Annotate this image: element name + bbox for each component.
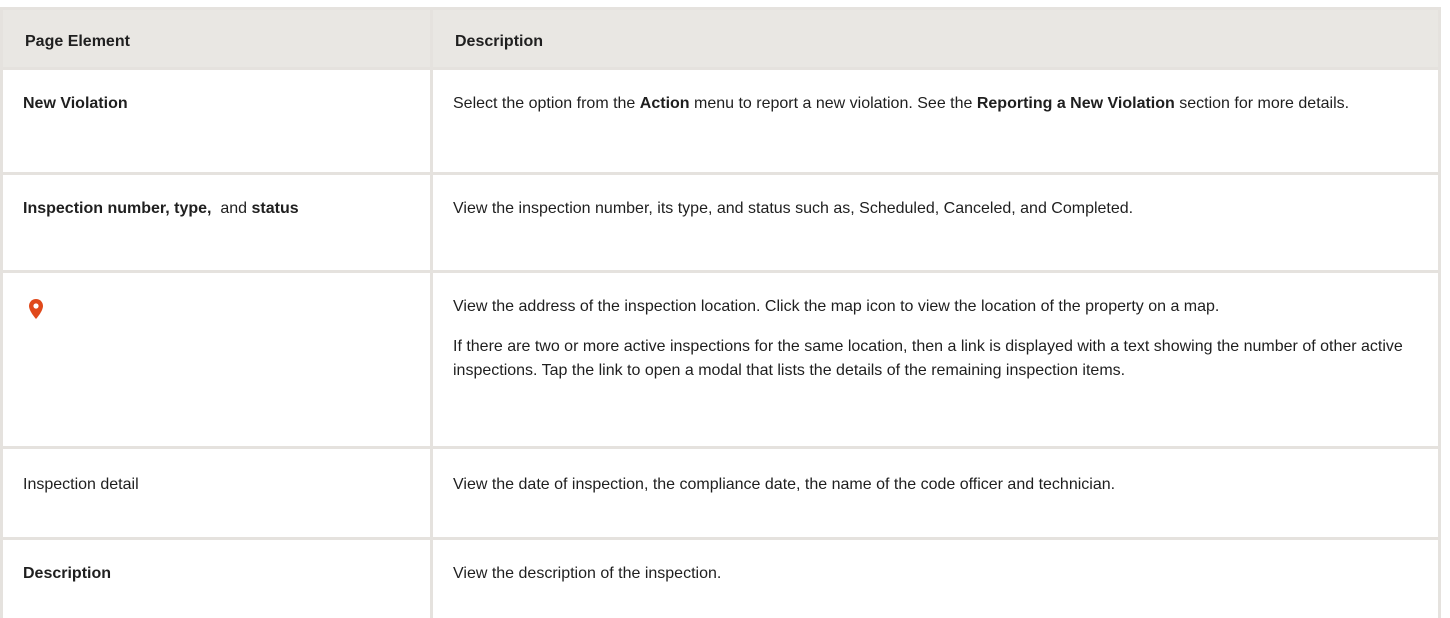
cell-element: New Violation (2, 69, 432, 174)
header-page-element: Page Element (2, 9, 432, 69)
table-row: New Violation Select the option from the… (2, 69, 1440, 174)
text-fragment: menu to report a new violation. See the (690, 95, 977, 112)
menu-name: Action (640, 95, 690, 112)
page-elements-table: Page Element Description New Violation S… (0, 7, 1441, 618)
cell-description: View the date of inspection, the complia… (432, 448, 1440, 539)
cell-element: Inspection number, type, and status (2, 174, 432, 272)
cell-element: Description (2, 539, 432, 618)
text-fragment: Select the option from the (453, 95, 640, 112)
cell-description: Select the option from the Action menu t… (432, 69, 1440, 174)
text-fragment: and (211, 200, 251, 217)
element-name: Inspection number, type, (23, 200, 211, 217)
description-paragraph: View the address of the inspection locat… (453, 295, 1424, 319)
header-description: Description (432, 9, 1440, 69)
table-row: View the address of the inspection locat… (2, 272, 1440, 448)
element-name: New Violation (23, 95, 128, 112)
cell-description: View the address of the inspection locat… (432, 272, 1440, 448)
cell-element: Inspection detail (2, 448, 432, 539)
element-name: status (252, 200, 299, 217)
table-row: Inspection detail View the date of inspe… (2, 448, 1440, 539)
element-name: Description (23, 565, 111, 582)
table-row: Inspection number, type, and status View… (2, 174, 1440, 272)
cell-description: View the description of the inspection. (432, 539, 1440, 618)
text-fragment: section for more details. (1175, 95, 1349, 112)
table-row: Description View the description of the … (2, 539, 1440, 618)
document-page: Page Element Description New Violation S… (0, 0, 1450, 615)
cell-description: View the inspection number, its type, an… (432, 174, 1440, 272)
description-paragraph: If there are two or more active inspecti… (453, 335, 1424, 383)
cell-element (2, 272, 432, 448)
table-header-row: Page Element Description (2, 9, 1440, 69)
section-reference: Reporting a New Violation (977, 95, 1175, 112)
map-pin-icon (29, 299, 43, 319)
